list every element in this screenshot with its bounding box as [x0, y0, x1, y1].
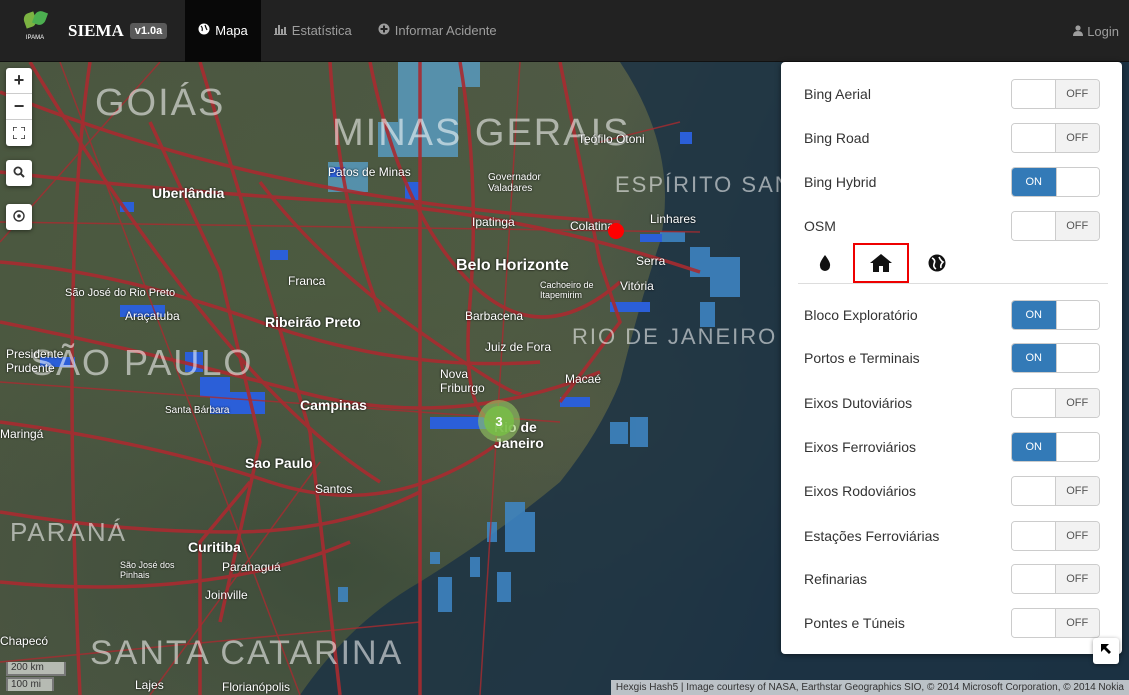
label-serra: Serra	[636, 254, 666, 268]
layer-row-refinarias: Refinarias OFF	[804, 564, 1100, 594]
toggle-bloco[interactable]: ON	[1011, 300, 1100, 330]
layer-row-bing-aerial: Bing Aerial OFF	[804, 79, 1100, 109]
crosshair-icon	[13, 209, 25, 225]
water-drop-icon[interactable]	[807, 245, 843, 281]
version-badge: v1.0a	[129, 22, 168, 39]
label-rio: RIO DE JANEIRO	[572, 324, 778, 349]
ipama-logo[interactable]: IPAMA	[20, 8, 50, 51]
label-parana: PARANÁ	[10, 517, 127, 547]
layer-row-pontes: Pontes e Túneis OFF	[804, 608, 1100, 638]
map-attribution: Hexgis Hash5 | Image courtesy of NASA, E…	[610, 680, 1129, 695]
label-valadares: Governador Valadares	[488, 172, 541, 194]
toggle-osm[interactable]: OFF	[1011, 211, 1100, 241]
zoom-in-button[interactable]: +	[6, 68, 32, 94]
globe-icon[interactable]	[919, 245, 955, 281]
label-joinville: Joinville	[205, 588, 248, 602]
fullscreen-button[interactable]	[6, 120, 32, 146]
arrow-up-left-icon	[1100, 642, 1112, 660]
label-maringa: Maringá	[0, 427, 44, 441]
navbar: IPAMA SIEMA v1.0a Mapa Estatística Infor…	[0, 0, 1129, 62]
label-uberlandia: Uberlândia	[152, 185, 225, 201]
collapse-panel-button[interactable]	[1093, 638, 1119, 664]
label-curitiba: Curitiba	[188, 539, 241, 555]
toggle-pontes[interactable]: OFF	[1011, 608, 1100, 638]
scale-km: 200 km	[6, 662, 66, 676]
nav-informar-acidente[interactable]: Informar Acidente	[365, 0, 510, 62]
label-sao-paulo-city: Sao Paulo	[245, 455, 313, 471]
label-lajes: Lajes	[135, 678, 164, 692]
globe-icon	[198, 23, 210, 38]
layer-row-ferroviarios: Eixos Ferroviários ON	[804, 432, 1100, 462]
scale-bar: 200 km 100 mi	[6, 662, 66, 691]
label-macae: Macaé	[565, 372, 602, 386]
plus-circle-icon	[378, 23, 390, 38]
fullscreen-icon	[12, 123, 26, 144]
locate-button[interactable]	[6, 204, 32, 230]
label-ipatinga: Ipatinga	[472, 215, 515, 229]
brand-name: SIEMA	[68, 20, 124, 40]
label-paranagua: Paranaguá	[222, 560, 281, 574]
toggle-bing-aerial[interactable]: OFF	[1011, 79, 1100, 109]
panel-divider	[798, 283, 1108, 284]
label-ribeirao: Ribeirão Preto	[265, 314, 361, 330]
login-link[interactable]: Login	[1073, 0, 1119, 62]
layer-row-portos: Portos e Terminais ON	[804, 343, 1100, 373]
label-barbacena: Barbacena	[465, 309, 524, 323]
marker-cluster[interactable]: 3	[478, 400, 520, 442]
zoom-out-button[interactable]: −	[6, 94, 32, 120]
layer-row-rodoviarios: Eixos Rodoviários OFF	[804, 476, 1100, 506]
label-campinas: Campinas	[300, 397, 367, 413]
label-florianopolis: Florianópolis	[222, 680, 291, 694]
label-goias: GOIÁS	[95, 82, 226, 124]
toggle-refinarias[interactable]: OFF	[1011, 564, 1100, 594]
label-nova-friburgo: Nova Friburgo	[440, 367, 485, 395]
label-santa-barbara: Santa Bárbara	[165, 405, 230, 416]
brand[interactable]: SIEMA v1.0a	[68, 20, 168, 41]
label-chapeco: Chapecó	[0, 634, 49, 648]
toggle-rodoviarios[interactable]: OFF	[1011, 476, 1100, 506]
label-aracatuba: Araçatuba	[125, 309, 180, 323]
layer-row-bing-road: Bing Road OFF	[804, 123, 1100, 153]
layer-row-osm: OSM OFF	[804, 211, 1100, 241]
layer-row-bing-hybrid: Bing Hybrid ON	[804, 167, 1100, 197]
toggle-bing-hybrid[interactable]: ON	[1011, 167, 1100, 197]
layer-panel: Bing Aerial OFF Bing Road OFF Bing Hybri…	[781, 62, 1122, 654]
label-sao-jose-pinhais: São José dos Pinhais	[120, 560, 175, 580]
user-icon	[1073, 24, 1084, 39]
label-cachoeiro: Cachoeiro de Itapemirim	[540, 280, 594, 300]
zoom-control: + −	[6, 68, 32, 146]
toggle-portos[interactable]: ON	[1011, 343, 1100, 373]
home-icon[interactable]	[853, 243, 909, 283]
scale-mi: 100 mi	[6, 677, 54, 691]
label-franca: Franca	[288, 274, 326, 288]
label-bh: Belo Horizonte	[456, 257, 569, 274]
search-button[interactable]	[6, 160, 32, 186]
label-linhares: Linhares	[650, 212, 697, 226]
label-rio-preto: São José do Rio Preto	[65, 287, 176, 299]
label-vitoria: Vitória	[620, 279, 654, 293]
toggle-estacoes[interactable]: OFF	[1011, 521, 1100, 551]
label-presidente: Presidente Prudente	[6, 347, 64, 375]
label-juiz: Juiz de Fora	[485, 340, 552, 354]
label-santa-catarina: SANTA CATARINA	[90, 634, 404, 672]
toggle-bing-road[interactable]: OFF	[1011, 123, 1100, 153]
layer-row-bloco: Bloco Exploratório ON	[804, 300, 1100, 330]
toggle-dutoviarios[interactable]: OFF	[1011, 388, 1100, 418]
layer-row-dutoviarios: Eixos Dutoviários OFF	[804, 388, 1100, 418]
layer-row-estacoes: Estações Ferroviárias OFF	[804, 521, 1100, 551]
layer-tabs	[807, 243, 1107, 283]
search-icon	[13, 166, 25, 181]
label-santos: Santos	[315, 482, 353, 496]
nav-mapa[interactable]: Mapa	[185, 0, 261, 62]
main-nav: Mapa Estatística Informar Acidente	[185, 0, 509, 62]
toggle-ferroviarios[interactable]: ON	[1011, 432, 1100, 462]
bar-chart-icon	[273, 24, 287, 38]
nav-estatistica[interactable]: Estatística	[261, 0, 365, 62]
label-teofilo: Teófilo Otoni	[578, 132, 645, 146]
label-patos: Patos de Minas	[328, 165, 411, 179]
accident-marker[interactable]	[608, 223, 624, 239]
